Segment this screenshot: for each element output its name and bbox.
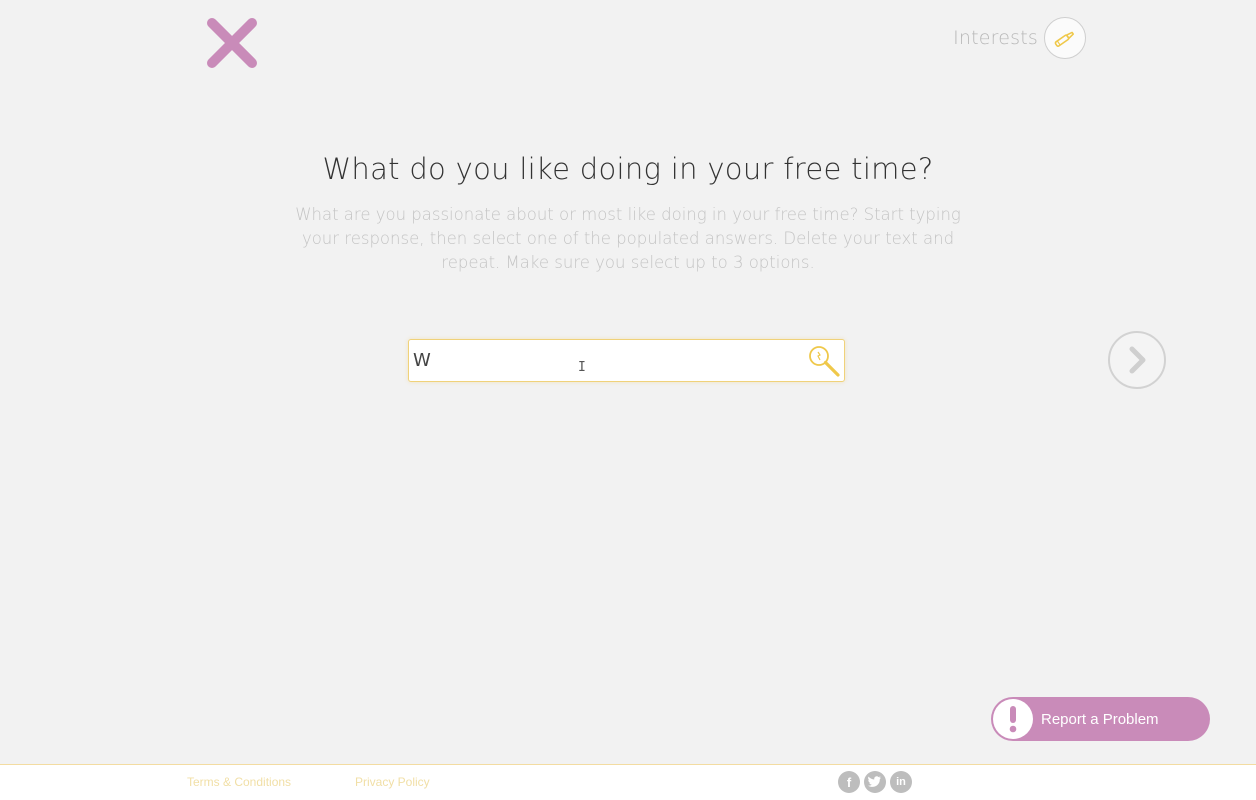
text-cursor-icon: I: [578, 360, 586, 375]
twitter-icon[interactable]: [864, 771, 886, 793]
exclamation-icon: [1009, 706, 1017, 733]
report-problem-button[interactable]: Report a Problem: [991, 697, 1210, 741]
footer: Terms & Conditions Privacy Policy f in: [0, 764, 1256, 800]
section-indicator: Interests: [953, 17, 1086, 59]
search-input[interactable]: [413, 340, 793, 380]
section-label: Interests: [953, 27, 1038, 49]
page: Interests What do you like doing in your…: [0, 0, 1256, 800]
instructions-text: What are you passionate about or most li…: [295, 205, 961, 272]
paintbrush-icon: [1054, 31, 1075, 47]
interests-badge: [1044, 17, 1086, 59]
chevron-right-icon: [1129, 346, 1146, 374]
linkedin-icon[interactable]: in: [890, 771, 912, 793]
close-icon: [207, 18, 257, 68]
report-problem-label: Report a Problem: [1041, 710, 1159, 728]
page-title: What do you like doing in your free time…: [322, 152, 934, 186]
facebook-icon[interactable]: f: [838, 771, 860, 793]
twitter-bird-icon: [868, 776, 881, 787]
search-field[interactable]: [408, 339, 845, 382]
privacy-link[interactable]: Privacy Policy: [355, 775, 430, 789]
terms-link[interactable]: Terms & Conditions: [187, 775, 291, 789]
search-icon[interactable]: [806, 343, 842, 379]
next-button[interactable]: [1108, 331, 1166, 389]
close-button[interactable]: [205, 16, 259, 70]
report-badge: [993, 699, 1033, 739]
